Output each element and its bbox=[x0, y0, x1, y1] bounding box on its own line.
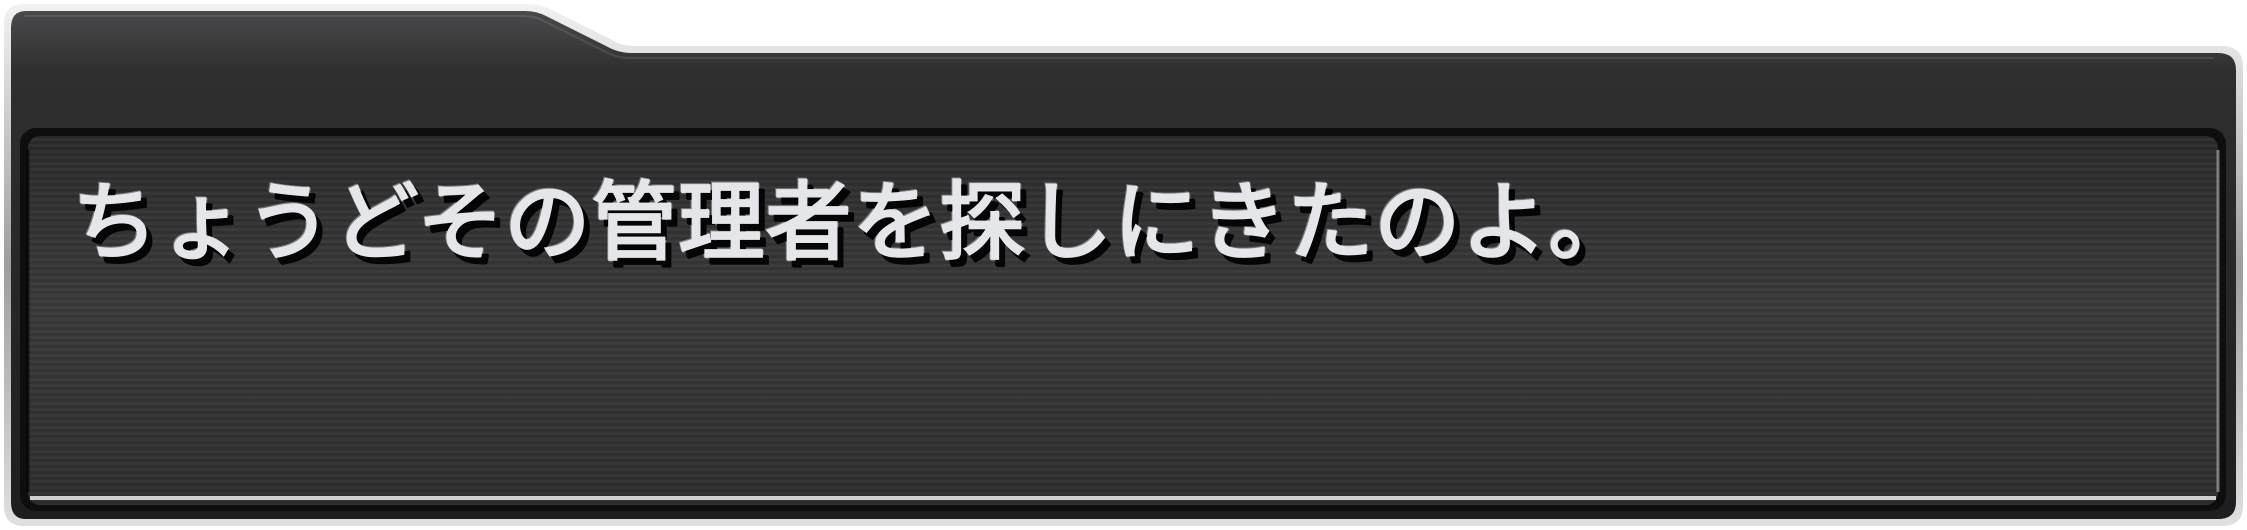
dialogue-window[interactable]: ちょうどその管理者を探しにきたのよ。 bbox=[0, 0, 2247, 530]
dialogue-text: ちょうどその管理者を探しにきたのよ。 bbox=[72, 173, 1636, 273]
